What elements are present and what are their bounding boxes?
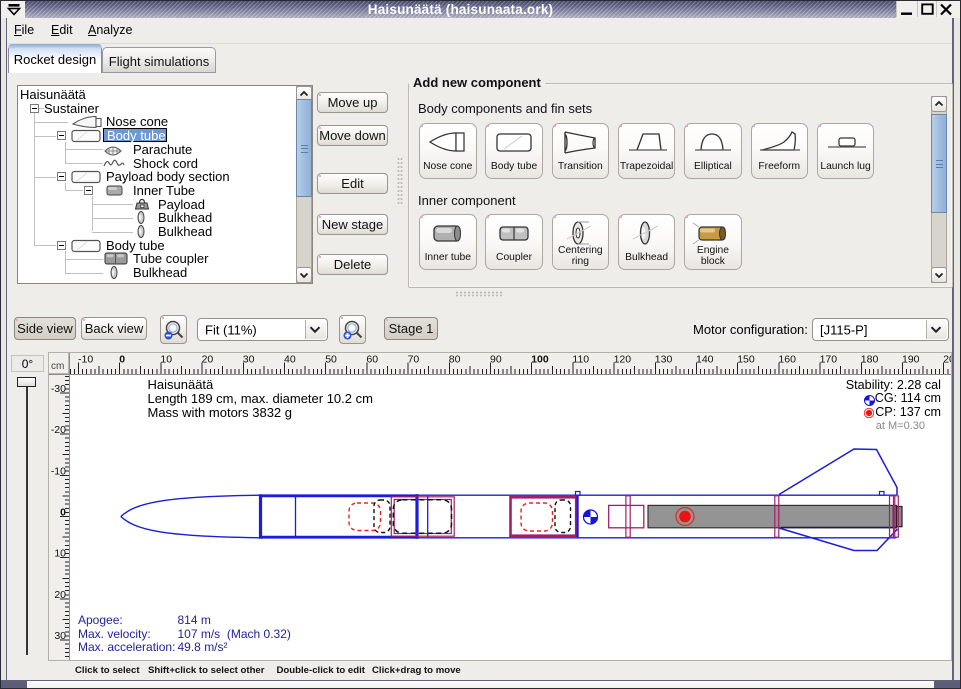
svg-text:80: 80 (449, 354, 461, 366)
svg-text:10: 10 (54, 548, 66, 560)
svg-text:100: 100 (531, 354, 549, 366)
svg-text:90: 90 (490, 354, 502, 366)
svg-text:-10: -10 (51, 465, 66, 477)
svg-text:50: 50 (325, 354, 337, 366)
svg-text:20: 20 (54, 589, 66, 601)
svg-text:110: 110 (572, 354, 589, 366)
svg-text:190: 190 (902, 354, 920, 366)
svg-text:200: 200 (943, 354, 951, 366)
svg-text:40: 40 (284, 354, 296, 366)
svg-text:-20: -20 (51, 424, 66, 436)
svg-text:0: 0 (119, 354, 125, 366)
svg-text:30: 30 (54, 630, 66, 642)
svg-text:170: 170 (820, 354, 838, 366)
svg-text:10: 10 (160, 354, 172, 366)
svg-text:130: 130 (655, 354, 673, 366)
svg-text:150: 150 (737, 354, 755, 366)
svg-text:180: 180 (861, 354, 879, 366)
svg-text:70: 70 (408, 354, 420, 366)
svg-text:30: 30 (243, 354, 255, 366)
svg-text:0: 0 (60, 507, 66, 519)
svg-text:140: 140 (696, 354, 714, 366)
svg-text:120: 120 (614, 354, 632, 366)
svg-text:-30: -30 (51, 383, 66, 395)
svg-text:60: 60 (366, 354, 378, 366)
svg-text:20: 20 (202, 354, 214, 366)
svg-text:160: 160 (778, 354, 796, 366)
svg-text:-10: -10 (78, 354, 93, 366)
